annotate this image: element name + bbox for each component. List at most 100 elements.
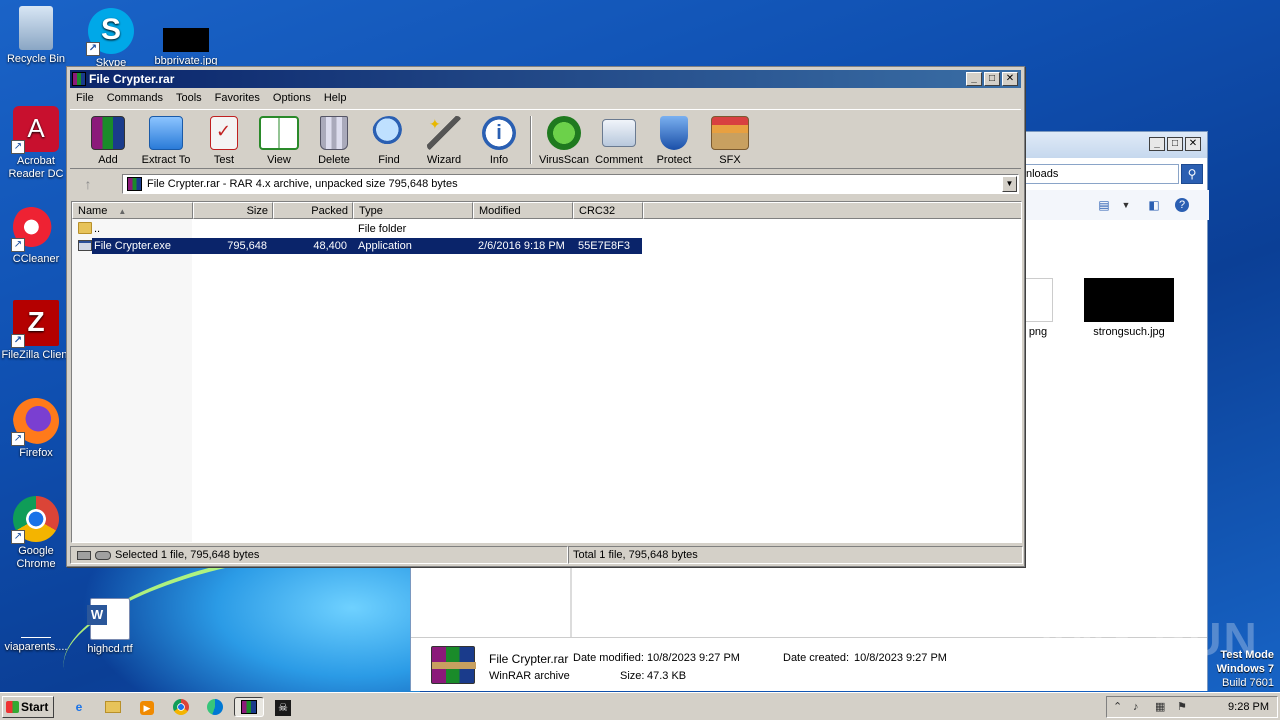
menu-tools[interactable]: Tools [170,90,209,108]
file-label: strongsuch.jpg [1093,326,1165,338]
maximize-icon[interactable]: □ [1167,137,1183,151]
chevron-down-icon[interactable]: ▼ [1119,198,1133,212]
winrar-window[interactable]: File Crypter.rar _ □ ✕ File Commands Too… [66,66,1025,567]
find-button[interactable]: Find [359,116,419,166]
view-options-icon[interactable]: ▤ [1097,198,1111,212]
column-header-size[interactable]: Size [193,202,273,219]
file-label: png [1028,326,1048,338]
menu-help[interactable]: Help [318,90,354,108]
menu-options[interactable]: Options [267,90,318,108]
preview-pane-icon[interactable]: ◧ [1147,198,1161,212]
desktop-icon-skype[interactable]: S ↗ Skype [75,8,147,67]
test-mode-line: Windows 7 [1216,663,1274,675]
address-bar: ↑ File Crypter.rar - RAR 4.x archive, un… [70,171,1021,197]
desktop-icon-firefox[interactable]: ↗ Firefox [0,398,72,460]
delete-button[interactable]: Delete [304,116,364,166]
table-row[interactable]: .. File folder [72,221,1021,237]
start-button[interactable]: Start [2,696,54,718]
desktop-icon-ccleaner[interactable]: ↗ CCleaner [0,204,72,266]
row-name: File Crypter.exe [94,240,172,252]
column-header-packed[interactable]: Packed [273,202,353,219]
info-icon: i [482,116,516,150]
taskbar-edge[interactable] [204,697,226,717]
status-pane-right: Total 1 file, 795,648 bytes [568,546,1023,564]
toolbar-separator [530,116,532,164]
column-header-type[interactable]: Type [353,202,473,219]
protect-button[interactable]: Protect [644,116,704,166]
taskbar-chrome[interactable] [170,697,192,717]
info-button[interactable]: i Info [469,116,529,166]
extract-icon [149,116,183,150]
menu-commands[interactable]: Commands [101,90,170,108]
winrar-title-bar[interactable]: File Crypter.rar _ □ ✕ [70,70,1021,88]
menu-favorites[interactable]: Favorites [209,90,267,108]
add-button[interactable]: Add [78,116,138,166]
explorer-address-field[interactable]: nloads [1023,164,1179,184]
up-arrow-icon[interactable]: ↑ [78,175,98,193]
shortcut-arrow-icon: ↗ [11,530,25,544]
table-row-selected[interactable]: File Crypter.exe 795,648 48,400 Applicat… [72,238,1021,254]
clock[interactable]: 9:28 PM [1228,701,1269,713]
desktop-icon-viaparents[interactable]: viaparents.... [0,618,72,654]
test-mode-line: Test Mode [1220,649,1274,661]
row-modified: 2/6/2016 9:18 PM [478,240,565,252]
toolbar-label: Info [489,154,509,166]
comment-button[interactable]: Comment [589,116,649,166]
winrar-app-icon[interactable] [72,72,86,86]
details-modified-value: 10/8/2023 9:27 PM [647,652,740,664]
desktop-icon-chrome[interactable]: ↗ Google Chrome [0,496,72,571]
search-icon[interactable]: ⚲ [1181,164,1203,184]
minimize-icon[interactable]: _ [966,72,982,86]
taskbar-pirate-app[interactable]: ☠ [272,697,294,717]
explorer-file-png[interactable]: png [1023,278,1053,338]
details-created-label: Date created: [783,652,850,664]
row-name: .. [94,223,101,235]
menu-bar: File Commands Tools Favorites Options He… [70,90,1021,108]
view-button[interactable]: View [249,116,309,166]
taskbar-explorer[interactable] [102,697,124,717]
desktop-icon-bbprivate[interactable]: bbprivate.jpg [150,28,222,65]
desktop-icon-recycle-bin[interactable]: Recycle Bin [0,6,72,66]
taskbar-ie[interactable]: e [68,697,90,717]
close-icon[interactable]: ✕ [1002,72,1018,86]
volume-icon[interactable]: ♪ [1133,700,1139,714]
desktop-icon-label: Firefox [19,447,53,459]
tray-expand-icon[interactable]: ⌃ [1113,700,1122,714]
close-icon[interactable]: ✕ [1185,137,1201,151]
network-icon[interactable]: ▦ [1155,700,1165,714]
extract-to-button[interactable]: Extract To [136,116,196,166]
chevron-down-icon[interactable]: ▼ [1002,176,1017,192]
archive-path-field[interactable]: File Crypter.rar - RAR 4.x archive, unpa… [122,174,1019,194]
shortcut-arrow-icon: ↗ [11,238,25,252]
row-type: File folder [358,223,407,235]
action-center-flag-icon[interactable]: ⚑ [1177,700,1187,714]
menu-file[interactable]: File [70,90,101,108]
desktop-icon-acrobat[interactable]: A ↗ Acrobat Reader DC [0,106,72,181]
wizard-button[interactable]: ✦ Wizard [414,116,474,166]
help-icon[interactable]: ? [1175,198,1189,212]
desktop-icon-label: viaparents.... [4,641,68,653]
shortcut-arrow-icon: ↗ [86,42,100,56]
sfx-button[interactable]: SFX [700,116,760,166]
folder-icon [78,222,92,234]
column-header-name[interactable]: Name ▲ [72,202,193,219]
column-header-modified[interactable]: Modified [473,202,573,219]
desktop-icon-highcd[interactable]: W highcd.rtf [74,598,146,656]
taskbar-media-player[interactable]: ▶ [136,697,158,717]
minimize-icon[interactable]: _ [1149,137,1165,151]
test-button[interactable]: ✓ Test [194,116,254,166]
virusscan-icon [547,116,581,150]
details-created-value: 10/8/2023 9:27 PM [854,652,947,664]
taskbar-winrar[interactable] [234,697,264,717]
desktop-icon-filezilla[interactable]: Z ↗ FileZilla Client [0,300,72,362]
column-header-crc32[interactable]: CRC32 [573,202,643,219]
system-tray: ⌃ ♪ ▦ ⚑ 9:28 PM [1106,696,1278,718]
explorer-file-strongsuch[interactable]: strongsuch.jpg [1079,278,1179,338]
file-list[interactable]: Name ▲ Size Packed Type Modified CRC32 .… [71,201,1022,543]
recycle-bin-icon [19,6,53,50]
maximize-icon[interactable]: □ [984,72,1000,86]
drive-icons[interactable] [77,551,113,561]
application-icon [78,240,92,251]
archive-path-text: File Crypter.rar - RAR 4.x archive, unpa… [147,178,458,190]
virusscan-button[interactable]: VirusScan [534,116,594,166]
